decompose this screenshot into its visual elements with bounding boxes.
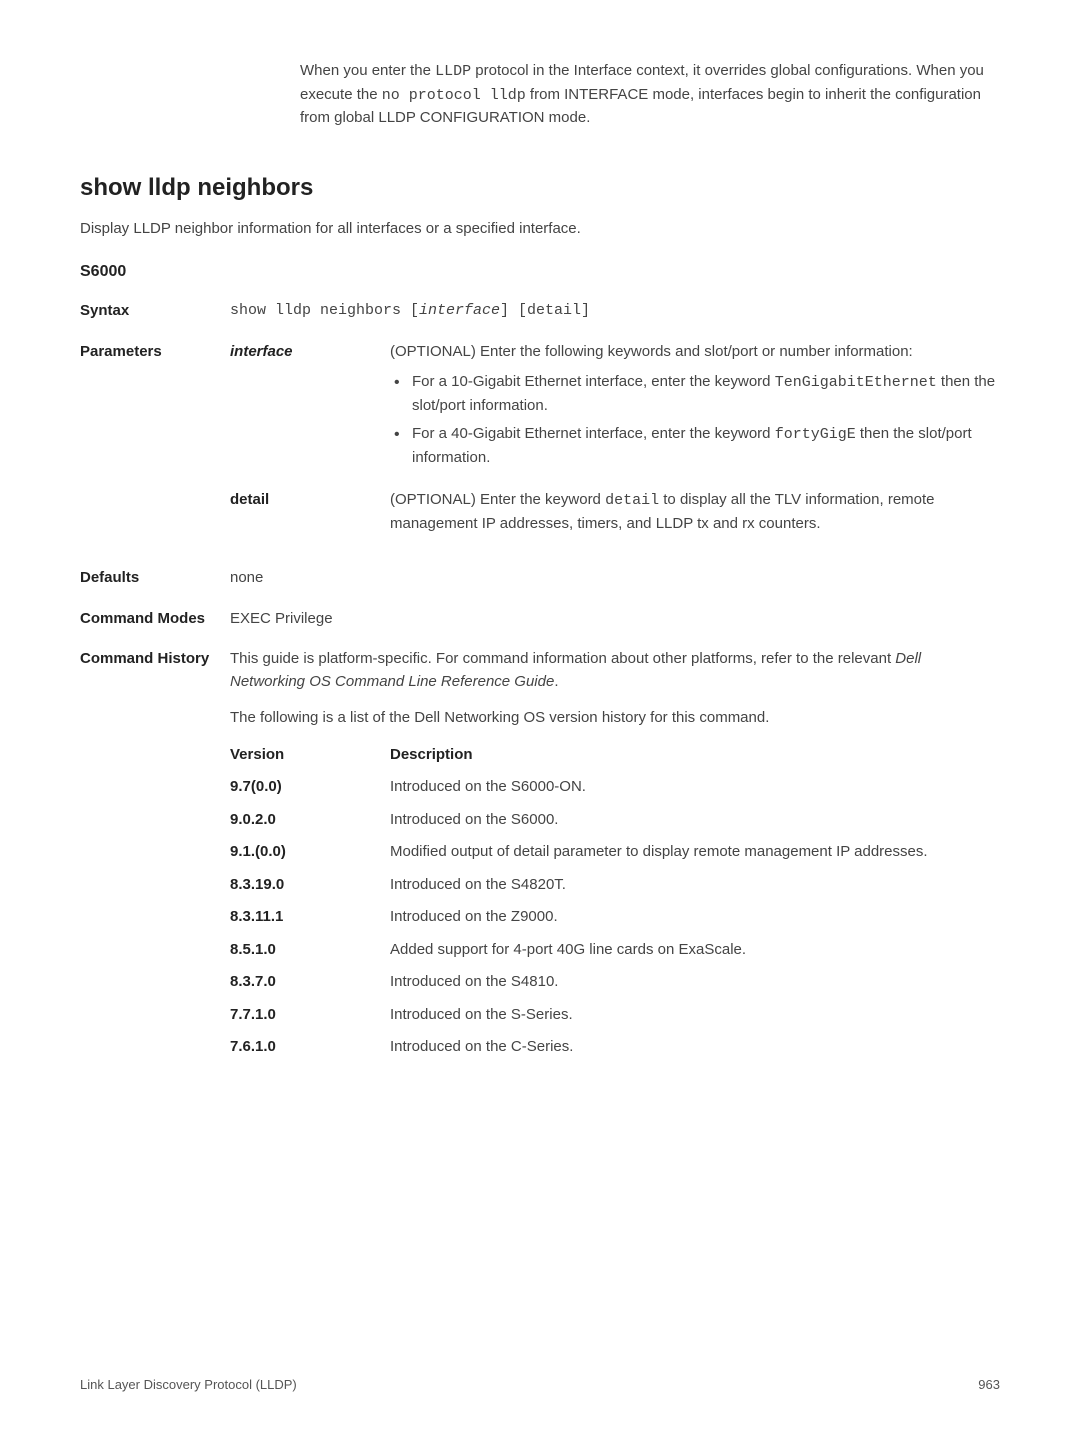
desc-cell: Introduced on the S6000. bbox=[390, 809, 1000, 832]
version-header-row: Version Description bbox=[230, 744, 1000, 767]
command-modes-value: EXEC Privilege bbox=[230, 608, 1000, 631]
detail-desc-code: detail bbox=[605, 492, 659, 509]
version-cell: 9.7(0.0) bbox=[230, 776, 390, 799]
section-description: Display LLDP neighbor information for al… bbox=[80, 218, 1000, 241]
version-header-version: Version bbox=[230, 744, 390, 767]
bullet2-before: For a 40-Gigabit Ethernet interface, ent… bbox=[412, 425, 775, 442]
intro-text-1: When you enter the bbox=[300, 62, 435, 79]
param-detail-row: detail (OPTIONAL) Enter the keyword deta… bbox=[230, 489, 1000, 535]
bullet1-before: For a 10-Gigabit Ethernet interface, ent… bbox=[412, 373, 775, 390]
version-cell: 8.3.7.0 bbox=[230, 971, 390, 994]
desc-cell: Introduced on the S4820T. bbox=[390, 874, 1000, 897]
parameters-label: Parameters bbox=[80, 341, 230, 550]
param-interface-desc1: (OPTIONAL) Enter the following keywords … bbox=[390, 343, 913, 360]
param-detail-name: detail bbox=[230, 489, 390, 535]
table-row: 7.7.1.0 Introduced on the S-Series. bbox=[230, 1004, 1000, 1027]
version-cell: 8.5.1.0 bbox=[230, 939, 390, 962]
table-row: 7.6.1.0 Introduced on the C-Series. bbox=[230, 1036, 1000, 1059]
parameters-row: Parameters interface (OPTIONAL) Enter th… bbox=[80, 341, 1000, 550]
syntax-value: show lldp neighbors [interface] [detail] bbox=[230, 300, 1000, 323]
desc-cell: Introduced on the S6000-ON. bbox=[390, 776, 1000, 799]
section-heading: show lldp neighbors bbox=[80, 170, 1000, 206]
param-bullet-1: For a 10-Gigabit Ethernet interface, ent… bbox=[390, 371, 1000, 417]
footer-right: 963 bbox=[978, 1375, 1000, 1395]
defaults-row: Defaults none bbox=[80, 567, 1000, 590]
page-footer: Link Layer Discovery Protocol (LLDP) 963 bbox=[80, 1375, 1000, 1395]
table-row: 9.0.2.0 Introduced on the S6000. bbox=[230, 809, 1000, 832]
command-modes-row: Command Modes EXEC Privilege bbox=[80, 608, 1000, 631]
parameters-content: interface (OPTIONAL) Enter the following… bbox=[230, 341, 1000, 550]
desc-cell: Modified output of detail parameter to d… bbox=[390, 841, 1000, 864]
syntax-interface: interface bbox=[419, 302, 500, 319]
defaults-label: Defaults bbox=[80, 567, 230, 590]
param-interface-row: interface (OPTIONAL) Enter the following… bbox=[230, 341, 1000, 476]
table-row: 8.5.1.0 Added support for 4-port 40G lin… bbox=[230, 939, 1000, 962]
command-history-row: Command History This guide is platform-s… bbox=[80, 648, 1000, 1069]
history-para1: This guide is platform-specific. For com… bbox=[230, 648, 1000, 693]
bullet1-code: TenGigabitEthernet bbox=[775, 374, 937, 391]
version-header-desc: Description bbox=[390, 744, 1000, 767]
version-cell: 7.6.1.0 bbox=[230, 1036, 390, 1059]
syntax-label: Syntax bbox=[80, 300, 230, 323]
intro-lldp-code: LLDP bbox=[435, 63, 471, 80]
version-cell: 7.7.1.0 bbox=[230, 1004, 390, 1027]
history-para1-before: This guide is platform-specific. For com… bbox=[230, 650, 895, 667]
desc-cell: Added support for 4-port 40G line cards … bbox=[390, 939, 1000, 962]
version-table: Version Description 9.7(0.0) Introduced … bbox=[230, 744, 1000, 1059]
defaults-value: none bbox=[230, 567, 1000, 590]
desc-cell: Introduced on the S4810. bbox=[390, 971, 1000, 994]
command-history-label: Command History bbox=[80, 648, 230, 1069]
history-para1-after: . bbox=[554, 673, 558, 690]
table-row: 9.1.(0.0) Modified output of detail para… bbox=[230, 841, 1000, 864]
desc-cell: Introduced on the Z9000. bbox=[390, 906, 1000, 929]
param-interface-bullets: For a 10-Gigabit Ethernet interface, ent… bbox=[390, 371, 1000, 469]
version-cell: 8.3.19.0 bbox=[230, 874, 390, 897]
table-row: 8.3.11.1 Introduced on the Z9000. bbox=[230, 906, 1000, 929]
version-cell: 9.1.(0.0) bbox=[230, 841, 390, 864]
detail-desc-before: (OPTIONAL) Enter the keyword bbox=[390, 491, 605, 508]
intro-paragraph: When you enter the LLDP protocol in the … bbox=[300, 60, 1000, 130]
syntax-row: Syntax show lldp neighbors [interface] [… bbox=[80, 300, 1000, 323]
history-para2: The following is a list of the Dell Netw… bbox=[230, 707, 1000, 730]
param-interface-name: interface bbox=[230, 341, 390, 476]
intro-no-protocol-code: no protocol lldp bbox=[382, 87, 526, 104]
param-bullet-2: For a 40-Gigabit Ethernet interface, ent… bbox=[390, 423, 1000, 469]
desc-cell: Introduced on the C-Series. bbox=[390, 1036, 1000, 1059]
version-cell: 9.0.2.0 bbox=[230, 809, 390, 832]
footer-left: Link Layer Discovery Protocol (LLDP) bbox=[80, 1375, 297, 1395]
platform-label: S6000 bbox=[80, 260, 1000, 284]
table-row: 9.7(0.0) Introduced on the S6000-ON. bbox=[230, 776, 1000, 799]
table-row: 8.3.19.0 Introduced on the S4820T. bbox=[230, 874, 1000, 897]
desc-cell: Introduced on the S-Series. bbox=[390, 1004, 1000, 1027]
command-modes-label: Command Modes bbox=[80, 608, 230, 631]
version-cell: 8.3.11.1 bbox=[230, 906, 390, 929]
command-history-content: This guide is platform-specific. For com… bbox=[230, 648, 1000, 1069]
param-detail-desc: (OPTIONAL) Enter the keyword detail to d… bbox=[390, 489, 1000, 535]
param-interface-desc: (OPTIONAL) Enter the following keywords … bbox=[390, 341, 1000, 476]
bullet2-code: fortyGigE bbox=[775, 426, 856, 443]
table-row: 8.3.7.0 Introduced on the S4810. bbox=[230, 971, 1000, 994]
